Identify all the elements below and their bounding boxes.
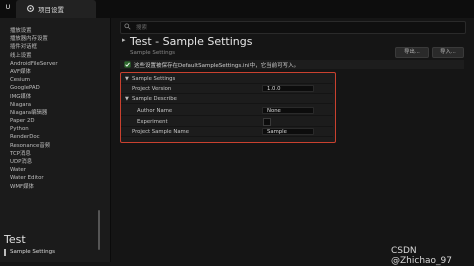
sidebar-item[interactable]: GooglePAD — [10, 84, 100, 92]
sidebar-item[interactable]: Resonance音频 — [10, 142, 100, 150]
sidebar-item[interactable]: TCP消息 — [10, 150, 100, 158]
sidebar-item[interactable]: Water — [10, 166, 100, 174]
watermark: CSDN @Zhichao_97 — [391, 246, 452, 266]
sidebar-item[interactable]: AVF媒体 — [10, 68, 100, 76]
experiment-row: Experiment — [121, 117, 333, 127]
selection-marker — [4, 249, 6, 256]
expand-caret-icon[interactable]: ▼ — [125, 76, 129, 82]
sidebar-list: 播放设置 播放器内存设置 插件对话框 线上设置 AndroidFileServe… — [10, 27, 100, 191]
app-logo[interactable]: U — [2, 2, 14, 14]
expand-caret-icon[interactable]: ▼ — [125, 96, 129, 102]
sidebar-section-title: Test — [4, 233, 26, 246]
sidebar-item[interactable]: Python — [10, 125, 100, 133]
sidebar-item[interactable]: IMG媒体 — [10, 93, 100, 101]
sidebar-item[interactable]: WMF媒体 — [10, 183, 100, 191]
page-title: Test - Sample Settings — [130, 35, 253, 48]
sidebar-scrollbar[interactable] — [98, 210, 100, 250]
settings-icon — [27, 5, 34, 12]
project-sample-name-field[interactable]: Sample — [262, 128, 314, 135]
describe-label: Sample Describe — [132, 96, 177, 102]
sidebar-item[interactable]: UDP消息 — [10, 158, 100, 166]
search-icon — [124, 23, 131, 30]
sidebar-item[interactable]: 线上设置 — [10, 52, 100, 60]
category-row[interactable]: ▼ Sample Settings — [121, 74, 333, 84]
project-version-field[interactable]: 1.0.0 — [262, 85, 314, 92]
project-version-label: Project Version — [132, 86, 172, 92]
author-field[interactable]: None — [262, 107, 314, 114]
sidebar-item[interactable]: 插件对话框 — [10, 43, 100, 51]
category-label: Sample Settings — [132, 76, 176, 82]
search-placeholder: 搜索 — [136, 25, 148, 31]
sidebar-item[interactable]: Water Editor — [10, 174, 100, 182]
sidebar-item[interactable]: Niagara — [10, 101, 100, 109]
checkmark-icon — [124, 61, 131, 68]
import-button[interactable]: 导入... — [432, 47, 464, 58]
sidebar-item[interactable]: Paper 2D — [10, 117, 100, 125]
sidebar-item[interactable]: RenderDoc — [10, 133, 100, 141]
sidebar-item[interactable]: 播放设置 — [10, 27, 100, 35]
tab-label: 项目设置 — [38, 6, 64, 14]
config-notice-text: 这些设置被保存在DefaultSampleSettings.ini中，它当前可写… — [134, 63, 300, 69]
sidebar-item[interactable]: Cesium — [10, 76, 100, 84]
describe-row[interactable]: ▼ Sample Describe — [121, 94, 333, 104]
page-subtitle: Sample Settings — [130, 50, 175, 56]
sidebar-item-label: Sample Settings — [10, 249, 55, 255]
project-sample-name-label: Project Sample Name — [132, 129, 189, 135]
sidebar-item[interactable]: AndroidFileServer — [10, 60, 100, 68]
experiment-label: Experiment — [137, 119, 168, 125]
sidebar-item[interactable]: Niagara编辑器 — [10, 109, 100, 117]
export-button[interactable]: 导出... — [395, 47, 429, 58]
search-input[interactable] — [120, 21, 466, 34]
sidebar-item[interactable]: 播放器内存设置 — [10, 35, 100, 43]
collapse-arrow-icon[interactable]: ▸ — [122, 36, 126, 44]
author-label: Author Name — [137, 108, 173, 114]
experiment-checkbox[interactable] — [263, 118, 271, 126]
